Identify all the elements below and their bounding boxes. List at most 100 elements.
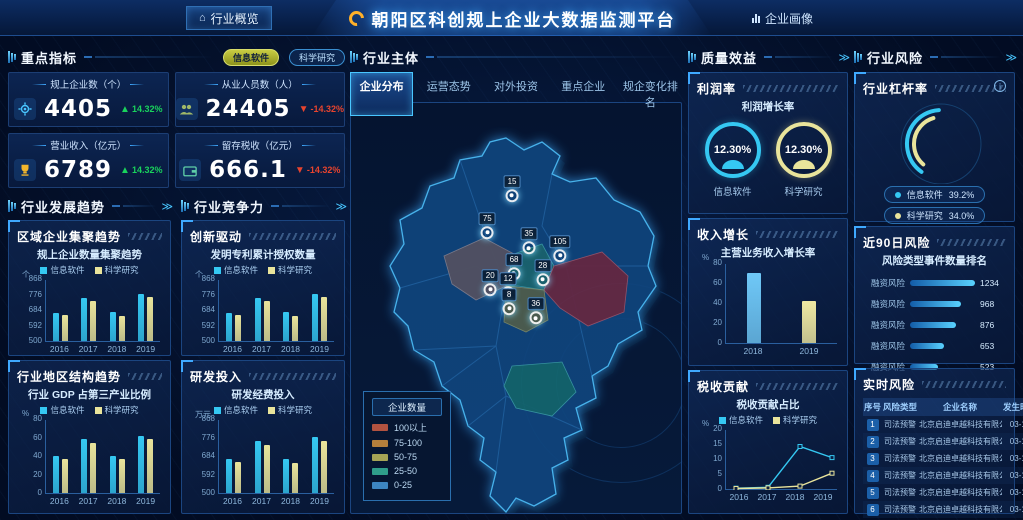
delta-up: ▲14.32% [120, 104, 162, 115]
hatch-decoration [756, 231, 839, 238]
bar [62, 315, 68, 341]
tab-对外投资[interactable]: 对外投资 [484, 72, 547, 116]
bar [235, 462, 241, 493]
nav-enterprise-portrait[interactable]: 企业画像 [740, 6, 825, 30]
section-main-body-title: 行业主体 [363, 48, 419, 67]
risk-rank-chart-title: 风险类型事件数量排名 [863, 253, 1006, 268]
tab-规企变化排名[interactable]: 规企变化排名 [619, 72, 682, 116]
bar [321, 441, 327, 493]
section-key-indicators-title: 重点指标 [21, 48, 77, 67]
x-tick: 2018 [281, 496, 300, 506]
people-icon [176, 98, 198, 120]
home-icon: ⌂ [199, 12, 206, 24]
map-marker[interactable]: 28 [534, 259, 551, 286]
platform-logo-icon [345, 7, 366, 28]
y-tick: 684 [18, 305, 42, 314]
bar [255, 298, 261, 341]
section-risk-title: 行业风险 [867, 48, 923, 67]
panel-profit-rate: 利润率 利润增长率 12.30%信息软件12.30%科学研究 [688, 72, 848, 214]
x-tick: 2016 [50, 496, 69, 506]
nav-industry-overview[interactable]: ⌂ 行业概览 [186, 6, 272, 30]
down-arrow-icon: ▼ [295, 165, 305, 176]
bar [312, 437, 318, 493]
map-marker[interactable]: 36 [527, 297, 544, 324]
wallet-icon [179, 159, 201, 181]
more-arrows-icon[interactable]: ≫ [161, 200, 171, 213]
gauge-label: 科学研究 [784, 184, 822, 198]
bar [110, 456, 116, 493]
panel-realtime-risk-title: 实时风险 [863, 376, 915, 393]
map-marker[interactable]: 75 [479, 212, 496, 239]
y-axis-unit: % [22, 409, 29, 418]
panel-innovation: 创新驱动 发明专利累计授权数量信息软件科学研究500592684776868个2… [181, 220, 345, 356]
table-row[interactable]: 4司法预警北京启迪卓越科技有限公司03-16 [863, 467, 1023, 484]
divider [112, 205, 156, 207]
map-marker[interactable]: 20 [482, 269, 499, 296]
y-tick: 776 [18, 290, 42, 299]
pin-icon [481, 226, 494, 239]
bar [147, 297, 153, 341]
x-tick: 2016 [730, 492, 749, 502]
x-tick: 2019 [800, 346, 819, 356]
table-row[interactable]: 5司法预警北京启迪卓越科技有限公司03-16 [863, 484, 1023, 501]
bar [90, 443, 96, 493]
divider [764, 56, 833, 58]
y-axis-unit: % [702, 253, 709, 262]
legend-item: 科学研究 [268, 404, 312, 416]
info-icon[interactable]: i [994, 80, 1006, 92]
section-marker-icon [688, 51, 696, 63]
main-body-tabs: 企业分布运营态势对外投资重点企业规企变化排名 [350, 72, 682, 116]
section-marker-icon [8, 200, 16, 212]
x-tick: 2017 [758, 492, 777, 502]
more-arrows-icon[interactable]: ≫ [335, 200, 345, 213]
stat-value: 666.1 [209, 157, 287, 183]
legend-item: 信息软件 [214, 264, 258, 276]
section-risk-header: 行业风险 ≫ [854, 47, 1015, 67]
table-row[interactable]: 6司法预警北京启迪卓越科技有限公司03-16 [863, 501, 1023, 518]
bar [119, 316, 125, 341]
more-arrows-icon[interactable]: ≫ [1005, 51, 1015, 64]
legend-item: 科学研究 [95, 264, 139, 276]
bar [81, 439, 87, 493]
panel-innovation-title: 创新驱动 [190, 228, 242, 245]
more-arrows-icon[interactable]: ≫ [838, 51, 848, 64]
y-axis-unit: 万元 [195, 409, 211, 420]
tag-info-software[interactable]: 信息软件 [223, 49, 279, 66]
rnd-chart: 研发经费投入信息软件科学研究500592684776868万元201620172… [190, 387, 336, 506]
tag-science-research[interactable]: 科学研究 [289, 49, 345, 66]
nav-enterprise-portrait-label: 企业画像 [765, 10, 813, 27]
realtime-risk-table: 序号风险类型企业名称发生时间 1司法预警北京启迪卓越科技有限公司03-162司法… [863, 398, 1023, 520]
section-competitive-title: 行业竞争力 [194, 197, 264, 216]
map-marker[interactable]: 8 [502, 288, 517, 315]
bar [147, 439, 153, 493]
panel-risk-90d: 近90日风险 风险类型事件数量排名 融资风险1234融资风险968融资风险876… [854, 226, 1015, 364]
bar [53, 456, 59, 493]
table-row[interactable]: 3司法预警北京启迪卓越科技有限公司03-16 [863, 450, 1023, 467]
stat-card: 营业收入（亿元）6789▲14.32% [8, 133, 169, 188]
x-tick: 2017 [252, 496, 271, 506]
x-tick: 2016 [50, 344, 69, 354]
legend-item: 信息软件 [719, 414, 763, 426]
y-tick: 500 [191, 488, 215, 497]
pin-icon [553, 249, 566, 262]
map-legend-title: 企业数量 [372, 398, 442, 416]
bar [119, 459, 125, 493]
stat-card-title: 从业人员数（人） [222, 77, 298, 91]
agglomeration-chart: 规上企业数量集聚趋势信息软件科学研究500592684776868个201620… [17, 247, 162, 354]
tab-运营态势[interactable]: 运营态势 [417, 72, 480, 116]
map-marker[interactable]: 15 [504, 175, 521, 202]
bar [62, 459, 68, 493]
tab-企业分布[interactable]: 企业分布 [350, 72, 413, 116]
y-tick: 776 [191, 290, 215, 299]
stat-card: 规上企业数（个）4405▲14.32% [8, 72, 169, 127]
bar [81, 298, 87, 341]
map-marker[interactable]: 105 [549, 235, 570, 262]
marker-count: 75 [479, 212, 496, 225]
table-row[interactable]: 2司法预警北京启迪卓越科技有限公司03-16 [863, 433, 1023, 450]
tab-重点企业[interactable]: 重点企业 [552, 72, 615, 116]
table-row[interactable]: 1司法预警北京启迪卓越科技有限公司03-16 [863, 416, 1023, 433]
map-marker[interactable]: 35 [520, 227, 537, 254]
y-tick: 500 [18, 336, 42, 345]
bar [235, 315, 241, 341]
pin-icon [529, 311, 542, 324]
